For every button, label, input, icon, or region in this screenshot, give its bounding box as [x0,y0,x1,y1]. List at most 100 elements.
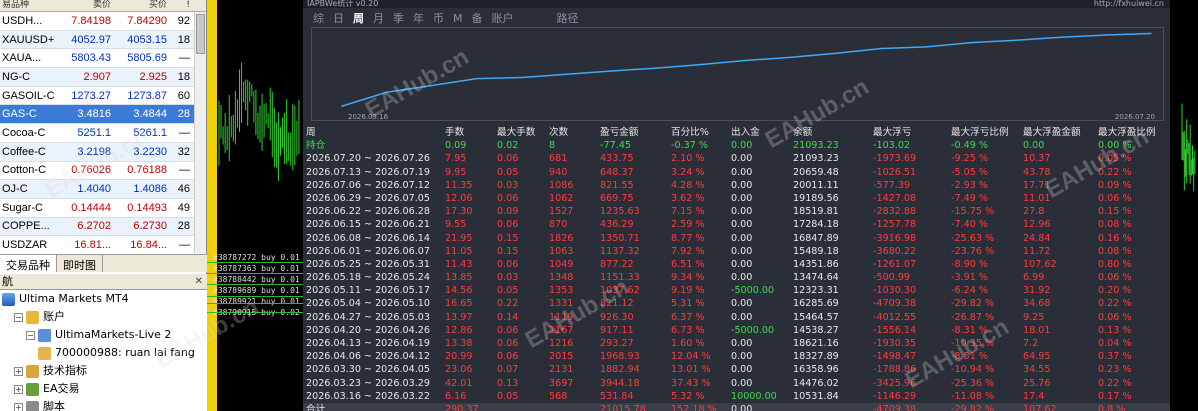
table-cell: 10.37 [1023,153,1051,165]
symbol-row[interactable]: Coffee-C 3.2198 3.2230 32 [0,142,194,162]
table-cell: 0.15 [497,245,519,257]
table-cell: 821.55 [600,179,634,191]
symbol-row[interactable]: XAUA... 5803.43 5805.69 — [0,49,194,69]
price-chart-strip[interactable]: #38787272 buy 0.01 #38787363 buy 0.01 #387… [207,0,303,411]
table-cell: 1151.33 [600,272,640,284]
navigator-item[interactable]: − UltimaMarkets-Live 2 [0,326,207,344]
stats-tab[interactable]: 备 [472,10,483,26]
price-chart-strip-right[interactable] [1170,0,1198,411]
market-watch-scrollbar[interactable] [194,12,206,253]
symbol-row[interactable]: USDZAR 16.81... 16.84... — [0,236,194,255]
ask-price: 7.84290 [127,14,167,27]
table-cell: 9.34 % [671,272,705,284]
col-ask-header[interactable]: 买价 [114,0,170,11]
table-cell: 2015 [549,351,574,363]
mt4-icon [2,292,15,306]
scroll-thumb[interactable] [196,14,205,54]
col-symbol-header[interactable]: 易品种 [0,0,58,11]
table-cell: 7.95 [445,153,467,165]
server-icon [38,328,51,342]
col-spread-header[interactable]: ! [170,0,194,11]
stats-tab[interactable]: 日 [333,10,344,26]
stats-tab[interactable]: 综 [313,10,324,26]
table-cell: -8.51 % [951,351,988,363]
stats-tab[interactable]: 月 [373,10,384,26]
expand-toggle-icon[interactable]: − [26,330,35,340]
expand-toggle-icon[interactable]: + [14,366,23,376]
symbol-row[interactable]: XAUUSD+ 4052.97 4053.15 18 [0,30,194,50]
navigator-item[interactable]: + 技术指标 [0,362,207,380]
bid-price: 4052.97 [71,33,111,46]
expand-toggle-icon[interactable]: + [14,384,23,394]
tab-tick-chart[interactable]: 即时图 [57,255,103,272]
equity-point [341,105,343,107]
symbol-row[interactable]: Sugar-C 0.14444 0.14493 49 [0,198,194,218]
table-cell: 2026.06.01 ~ 2026.06.07 [306,245,430,257]
stats-tab[interactable]: 账户 [492,10,514,26]
stats-tab[interactable]: 季 [393,10,404,26]
symbol-row[interactable]: GASOIL-C 1273.27 1273.87 60 [0,86,194,106]
table-row: 2026.05.04 ~ 2026.05.10 16.65 0.22 1331 821.… [303,297,1170,310]
table-cell: -6.24 % [951,285,988,297]
navigator-item[interactable]: + EA交易 [0,380,207,398]
table-cell: 436.29 [600,219,634,231]
table-cell: 669.75 [600,192,634,204]
order-label[interactable]: #38789921 buy 0.01 [213,296,300,307]
table-cell: 0.06 [497,338,519,349]
stats-tab[interactable]: 周 [353,10,364,26]
table-cell: 0.00 [731,232,753,244]
symbol-name: XAUUSD+ [2,33,55,46]
symbol-row[interactable]: OJ-C 1.4040 1.4086 46 [0,180,194,199]
table-cell: 11.05 [445,245,473,257]
stats-tab[interactable]: M [453,12,463,25]
spread-value: — [179,126,190,139]
symbol-row[interactable]: NG-C 2.907 2.925 18 [0,68,194,87]
stats-tab[interactable]: 路径 [557,10,579,26]
spread-value: 92 [177,14,190,27]
table-cell: 107.62 [1023,258,1057,270]
navigator-item[interactable]: 700000988: ruan lai fang [0,344,207,362]
expand-toggle-icon[interactable]: + [14,402,23,411]
equity-chart-svg [341,32,1152,107]
symbol-row[interactable]: Cocoa-C 5251.1 5261.1 — [0,124,194,143]
symbol-name: COPPE... [2,220,50,233]
table-cell: 107.62 [1023,403,1057,411]
table-cell: 3.62 % [671,192,705,204]
table-row: 2026.06.15 ~ 2026.06.21 9.55 0.06 870 436.29… [303,218,1170,231]
table-cell: 15489.18 [793,245,839,257]
table-row: 2026.07.20 ~ 2026.07.26 7.95 0.06 681 433.75… [303,152,1170,165]
table-cell: 20.99 [445,351,473,363]
table-cell: 24.84 [1023,232,1051,244]
symbol-row[interactable]: GAS-C 3.4816 3.4844 28 [0,105,194,125]
table-cell: 64.95 [1023,351,1051,363]
navigator-item[interactable]: + 脚本 [0,398,207,411]
table-row: 2026.04.27 ~ 2026.05.03 13.97 0.14 1119 926.… [303,311,1170,324]
table-cell: 0.06 % [1098,272,1132,284]
close-icon[interactable]: ✕ [195,274,203,289]
table-row: 2026.06.22 ~ 2026.06.28 17.30 0.09 1527 1235… [303,205,1170,218]
table-cell: 16285.69 [793,298,839,310]
symbol-row[interactable]: USDH... 7.84198 7.84290 92 [0,12,194,31]
equity-point [745,59,748,62]
table-cell: 8.77 % [671,232,705,244]
navigator-item[interactable]: Ultima Markets MT4 [0,290,207,308]
symbol-row[interactable]: COPPE... 6.2702 6.2730 28 [0,217,194,237]
table-cell: 0.00 [731,298,753,310]
table-cell: 3944.18 [600,377,640,389]
table-cell: 681 [549,153,568,165]
table-cell: 盈亏金额 [600,127,639,138]
stats-tab[interactable]: 年 [413,10,424,26]
col-bid-header[interactable]: 卖价 [58,0,114,11]
expand-toggle-icon[interactable]: − [14,312,23,322]
table-cell: 0.00 [731,258,753,270]
table-cell: 9.25 [1023,311,1045,323]
stats-site[interactable]: http://fxhuiwei.cn [1094,0,1170,8]
symbol-row[interactable]: Cotton-C 0.76026 0.76188 — [0,161,194,181]
order-label[interactable]: #38789689 buy 0.01 [213,285,300,296]
tab-symbols[interactable]: 交易品种 [0,255,57,272]
stats-tab[interactable]: 币 [433,10,444,26]
navigator-item[interactable]: − 账户 [0,308,207,326]
table-row: 2026.05.18 ~ 2026.05.24 13.85 0.03 1348 1151… [303,271,1170,284]
table-cell: -11.08 % [951,390,995,402]
table-cell: 18327.89 [793,351,839,363]
